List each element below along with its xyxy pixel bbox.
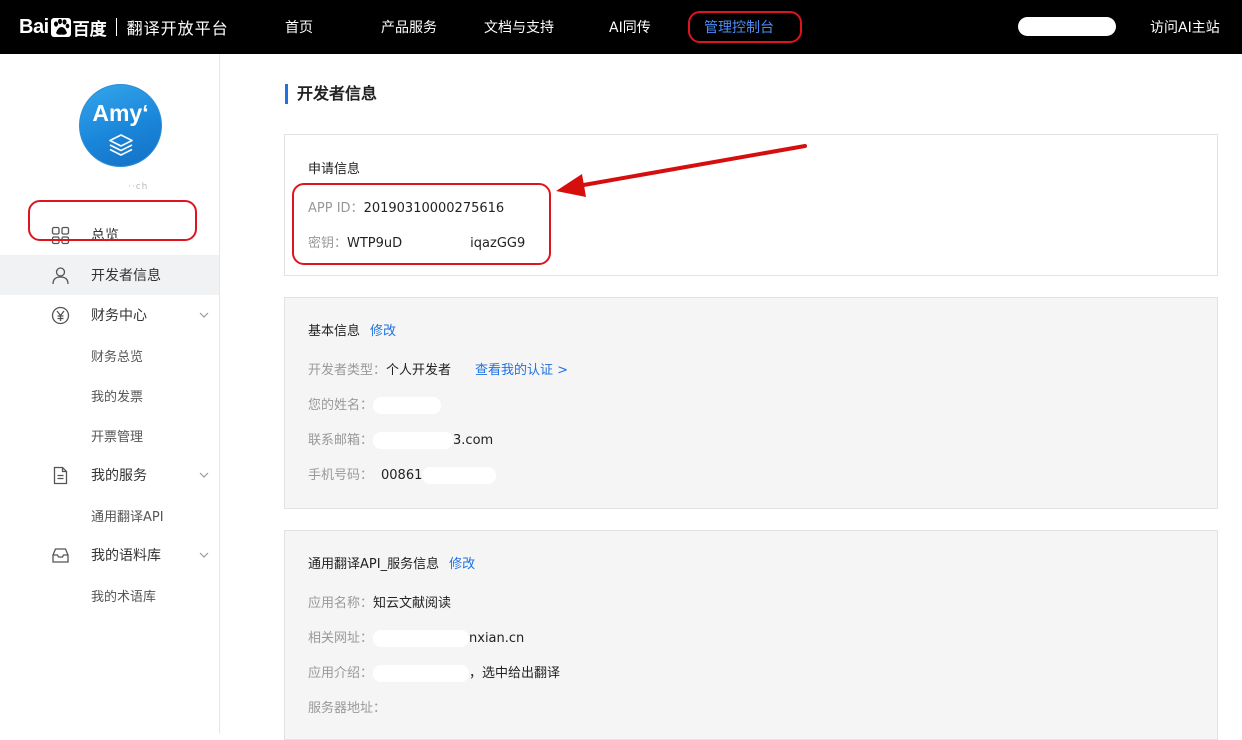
avatar-text: Amy‘ xyxy=(92,100,149,126)
basic-info-card: 基本信息 修改 开发者类型：个人开发者 查看我的认证 > 您的姓名： 联系邮箱： 3.… xyxy=(284,297,1218,509)
sidebar-subitem-label: 通用翻译API xyxy=(91,509,164,525)
sidebar-item-label: 我的服务 xyxy=(91,468,147,484)
baidu-translate-logo[interactable]: Bai 百度 翻译开放平台 xyxy=(19,14,229,40)
service-info-heading-row: 通用翻译API_服务信息 修改 xyxy=(308,553,475,572)
sidebar-item-developer-info[interactable]: 开发者信息 xyxy=(0,255,219,295)
service-info-card: 通用翻译API_服务信息 修改 应用名称：知云文献阅读 相关网址： nxian.cn… xyxy=(284,530,1218,740)
sidebar-subitem-my-invoices[interactable]: 我的发票 xyxy=(0,375,219,415)
card-heading: 通用翻译API_服务信息 xyxy=(308,557,440,572)
app-intro-mask xyxy=(373,665,470,682)
app-name-label: 应用名称： xyxy=(308,596,374,611)
sidebar-subitem-my-glossary[interactable]: 我的术语库 xyxy=(0,575,219,615)
stack-layers-icon xyxy=(107,131,135,159)
document-icon xyxy=(51,466,70,485)
sidebar-item-label: 开发者信息 xyxy=(91,268,161,284)
sidebar-subitem-finance-overview[interactable]: 财务总览 xyxy=(0,335,219,375)
sidebar-subitem-label: 财务总览 xyxy=(91,349,144,365)
user-name-hint: ··ch xyxy=(128,182,149,192)
sidebar: Amy‘ ··ch 总览 开发者信息 财务中心 财务总览 我的发票 开票管理 我… xyxy=(0,54,220,734)
email-suffix: 3.com xyxy=(453,433,494,448)
developer-type-label: 开发者类型： xyxy=(308,363,387,378)
nav-docs-support[interactable]: 文档与支持 xyxy=(484,17,554,37)
email-mask xyxy=(373,432,454,449)
edit-service-info-link[interactable]: 修改 xyxy=(449,557,475,572)
sidebar-subitem-general-translate-api[interactable]: 通用翻译API xyxy=(0,495,219,535)
name-mask xyxy=(373,397,442,414)
view-certification-link[interactable]: 查看我的认证 > xyxy=(475,363,568,378)
platform-name: 翻译开放平台 xyxy=(126,19,229,38)
app-intro-row: 应用介绍： ，选中给出翻译 xyxy=(308,662,560,682)
app-name-row: 应用名称：知云文献阅读 xyxy=(308,592,451,611)
related-url-row: 相关网址： nxian.cn xyxy=(308,627,524,647)
chevron-down-icon[interactable] xyxy=(198,309,210,321)
page-title: 开发者信息 xyxy=(285,84,377,104)
phone-mask xyxy=(422,467,497,484)
developer-info-highlight-annotation xyxy=(28,200,197,241)
server-address-row: 服务器地址： xyxy=(308,697,386,716)
card-heading: 申请信息 xyxy=(308,162,361,177)
inbox-icon xyxy=(51,546,70,565)
name-row: 您的姓名： xyxy=(308,394,442,414)
sidebar-subitem-label: 我的发票 xyxy=(91,389,144,405)
developer-type-row: 开发者类型：个人开发者 查看我的认证 > xyxy=(308,359,568,378)
email-row: 联系邮箱： 3.com xyxy=(308,429,493,449)
developer-type-value: 个人开发者 xyxy=(386,363,452,378)
logo-divider xyxy=(115,18,117,36)
phone-label: 手机号码： xyxy=(308,468,374,483)
edit-basic-info-link[interactable]: 修改 xyxy=(370,324,396,339)
sidebar-item-my-corpus[interactable]: 我的语料库 xyxy=(0,535,219,575)
sidebar-item-my-services[interactable]: 我的服务 xyxy=(0,455,219,495)
user-icon xyxy=(51,266,70,285)
basic-info-heading-row: 基本信息 修改 xyxy=(308,320,396,339)
related-url-suffix: nxian.cn xyxy=(469,631,525,646)
email-label: 联系邮箱： xyxy=(308,433,374,448)
sidebar-subitem-label: 开票管理 xyxy=(91,429,144,445)
visit-ai-site-link[interactable]: 访问AI主站 xyxy=(1150,17,1220,37)
nav-home[interactable]: 首页 xyxy=(285,17,313,37)
app-name-value: 知云文献阅读 xyxy=(373,596,452,611)
related-url-mask xyxy=(373,630,470,647)
name-label: 您的姓名： xyxy=(308,398,374,413)
sidebar-subitem-label: 我的术语库 xyxy=(91,589,157,605)
app-id-highlight-annotation xyxy=(292,183,551,265)
phone-row: 手机号码： 00861 xyxy=(308,464,497,484)
yen-icon xyxy=(51,306,70,325)
sidebar-item-finance-center[interactable]: 财务中心 xyxy=(0,295,219,335)
app-intro-label: 应用介绍： xyxy=(308,666,374,681)
logo-bai-text: Bai xyxy=(19,15,49,38)
app-intro-suffix: ，选中给出翻译 xyxy=(469,666,561,681)
top-navigation-bar: Bai 百度 翻译开放平台 首页 产品服务 文档与支持 AI同传 管理控制台 访… xyxy=(0,0,1242,54)
chevron-down-icon[interactable] xyxy=(198,549,210,561)
user-account-masked[interactable] xyxy=(1018,17,1116,36)
sidebar-item-label: 我的语料库 xyxy=(91,548,161,564)
related-url-label: 相关网址： xyxy=(308,631,374,646)
chevron-down-icon[interactable] xyxy=(198,469,210,481)
avatar[interactable]: Amy‘ xyxy=(79,84,162,167)
baidu-paw-icon xyxy=(50,16,72,38)
card-heading: 基本信息 xyxy=(308,324,361,339)
server-address-label: 服务器地址： xyxy=(308,701,387,716)
logo-baidu-chinese: 百度 xyxy=(72,19,107,40)
nav-ai-interpretation[interactable]: AI同传 xyxy=(609,17,651,37)
phone-prefix: 00861 xyxy=(381,468,423,483)
sidebar-item-label: 财务中心 xyxy=(91,308,147,324)
console-highlight-annotation xyxy=(688,11,802,43)
sidebar-subitem-invoice-management[interactable]: 开票管理 xyxy=(0,415,219,455)
nav-products[interactable]: 产品服务 xyxy=(381,17,437,37)
